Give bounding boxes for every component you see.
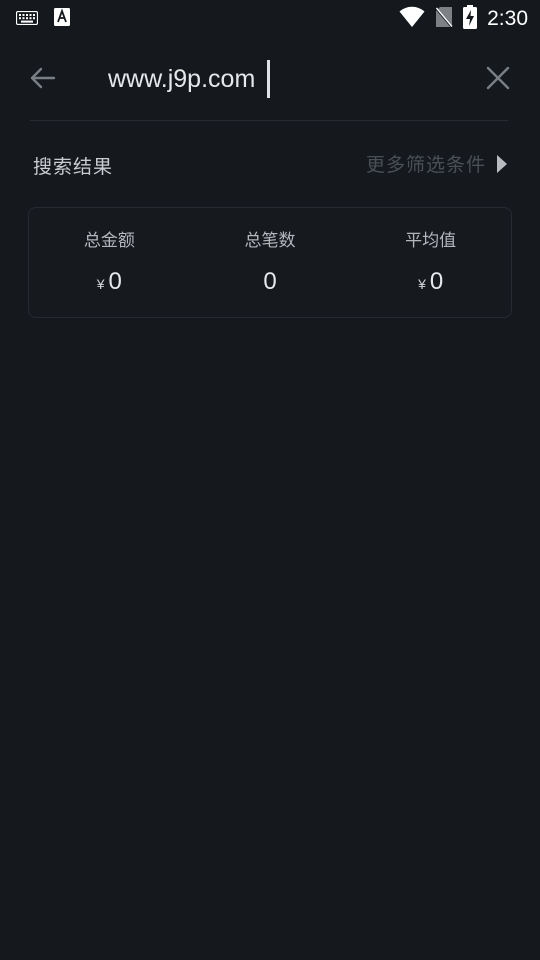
more-filters-label: 更多筛选条件 [365, 154, 486, 176]
status-bar: 2:30 [0, 0, 540, 36]
clear-search-button[interactable] [484, 64, 512, 92]
total-amount-label: 总金额 [83, 231, 135, 251]
triangle-right-icon [497, 154, 507, 173]
wifi-icon [399, 6, 425, 32]
more-filters-button[interactable]: 更多筛选条件 [366, 150, 508, 177]
total-count-value-wrap: 0 [190, 268, 351, 296]
close-icon [486, 66, 510, 90]
results-header: 搜索结果 更多筛选条件 [0, 140, 540, 188]
back-button[interactable] [26, 62, 58, 94]
search-input[interactable] [108, 62, 448, 96]
results-title: 搜索结果 [33, 156, 114, 178]
total-amount-stat: 总金额 ¥ 0 [29, 208, 190, 317]
keyboard-icon [15, 10, 39, 29]
total-count-label: 总笔数 [244, 231, 296, 251]
average-value: 0 [429, 268, 444, 295]
currency-symbol: ¥ [418, 276, 426, 292]
average-stat: 平均值 ¥ 0 [350, 208, 511, 317]
status-bar-left [15, 8, 70, 30]
text-cursor [267, 60, 270, 98]
average-value-wrap: ¥ 0 [350, 268, 511, 296]
total-amount-value-wrap: ¥ 0 [29, 268, 190, 296]
header-divider [30, 120, 508, 121]
battery-charging-icon [463, 5, 478, 33]
currency-symbol: ¥ [96, 276, 105, 292]
search-bar [0, 48, 540, 110]
total-amount-value: 0 [108, 268, 122, 295]
total-count-value: 0 [263, 268, 277, 295]
average-label: 平均值 [405, 231, 457, 251]
status-clock: 2:30 [487, 7, 528, 30]
total-count-stat: 总笔数 0 [190, 208, 351, 317]
no-sim-icon [435, 6, 454, 32]
arrow-left-icon [30, 67, 56, 89]
status-bar-right: 2:30 [399, 5, 528, 33]
font-a-icon [54, 8, 70, 30]
summary-card: 总金额 ¥ 0 总笔数 0 平均值 ¥ 0 [28, 207, 512, 318]
